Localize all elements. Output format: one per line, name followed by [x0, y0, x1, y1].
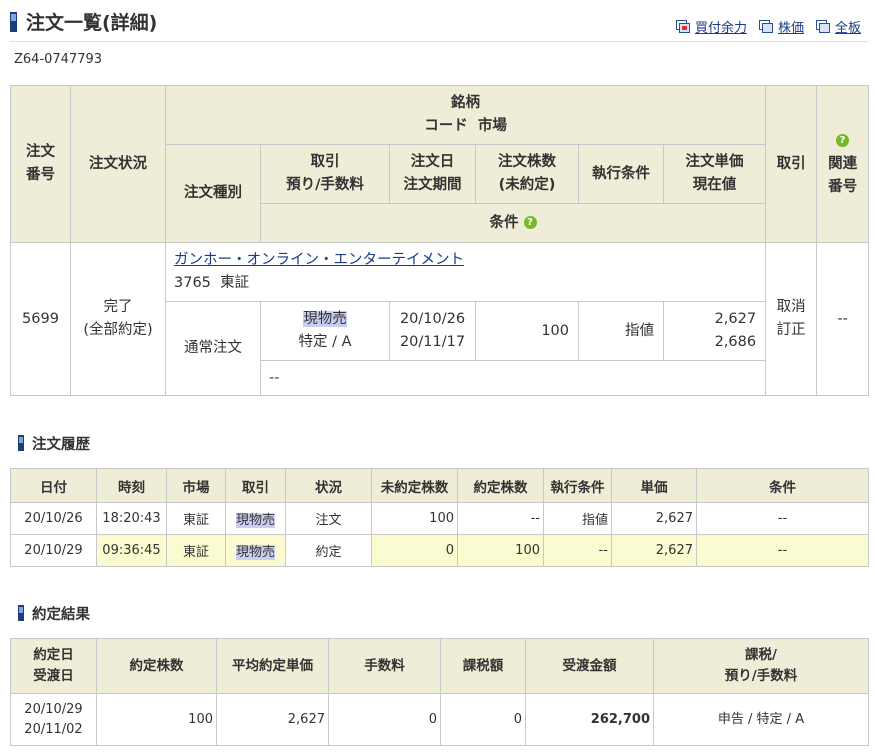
order-date-cell: 20/10/26 20/11/17: [389, 301, 476, 361]
condition-value: --: [259, 360, 767, 396]
trade-cell: 現物売 特定 / A: [260, 301, 390, 361]
order-date: 20/10/26: [399, 311, 466, 327]
col-status: 注文状況: [70, 85, 166, 243]
current-price: 2,686: [714, 334, 757, 350]
full-board-icon: [815, 20, 831, 33]
order-detail-table: 注文 番号 注文状況 銘柄 コード 市場 取引 ? 関連 番号 注文種別 取引 預り/手…: [10, 85, 870, 396]
history-header-row: 日付 時刻 市場 取引 状況 未約定株数 約定株数 執行条件 単価 条件: [10, 468, 869, 503]
avg-price: 2,627: [216, 693, 329, 746]
order-no: 5699: [10, 242, 71, 396]
title-marker-icon: [10, 12, 17, 32]
execution-results-table: 約定日 受渡日 約定株数 平均約定単価 手数料 課税額 受渡金額 課税/預り/手数…: [10, 638, 869, 746]
header-links: 買付余力 株価 全板: [675, 17, 861, 36]
issue-cell: ガンホー・オンライン・エンターテイメント 3765 東証: [164, 242, 767, 302]
results-col: 課税額: [440, 638, 526, 694]
account-fee: 特定 / A: [298, 334, 352, 350]
buying-power-label: 買付余力: [694, 21, 747, 36]
condition-help-icon[interactable]: ?: [523, 216, 537, 229]
history-col: 時刻: [96, 468, 167, 503]
exec-condition: 指値: [578, 301, 664, 361]
order-qty: 100: [475, 301, 579, 361]
account-id: Z64-0747793: [14, 52, 103, 67]
order-price: 2,627: [714, 311, 757, 327]
results-col: 課税/預り/手数料: [653, 638, 869, 694]
price-cell: 2,627 2,686: [662, 301, 767, 361]
table-row: 20/10/26 18:20:43 東証 現物売 注文 100 -- 指値 2,…: [10, 502, 869, 535]
history-col: 執行条件: [543, 468, 612, 503]
stock-price-link[interactable]: 株価: [758, 17, 804, 36]
section-marker-icon: [18, 605, 24, 621]
page-title: 注文一覧(詳細): [26, 12, 158, 34]
history-col: 日付: [10, 468, 97, 503]
title-bar: 注文一覧(詳細) 買付余力 株価 全板: [10, 8, 868, 42]
col-order-type: 注文種別: [165, 144, 261, 243]
col-price: 注文単価 現在値: [662, 144, 767, 204]
issue-name-link[interactable]: ガンホー・オンライン・エンターテイメント: [174, 252, 464, 268]
stock-price-icon: [758, 20, 774, 33]
col-order-no: 注文 番号: [10, 85, 71, 243]
title-divider: [10, 41, 868, 42]
col-related: ? 関連 番号: [816, 85, 870, 243]
exec-qty: 100: [96, 693, 217, 746]
help-icon[interactable]: ?: [836, 134, 850, 147]
issue-code-market: 3765 東証: [174, 275, 250, 291]
col-qty: 注文株数 (未約定): [475, 144, 579, 204]
col-issue: 銘柄 コード 市場: [164, 85, 767, 145]
history-col: 条件: [696, 468, 869, 503]
buying-power-link[interactable]: 買付余力: [675, 17, 747, 36]
results-col: 約定株数: [96, 638, 217, 694]
related-no: --: [816, 242, 870, 396]
results-col: 受渡金額: [525, 638, 654, 694]
action-cell: 取消 訂正: [765, 242, 818, 396]
full-board-link[interactable]: 全板: [815, 17, 861, 36]
results-col: 平均約定単価: [216, 638, 329, 694]
col-trade: 取引 預り/手数料: [260, 144, 390, 204]
history-col: 市場: [166, 468, 226, 503]
history-col: 単価: [611, 468, 697, 503]
tax: 0: [440, 693, 526, 746]
order-type: 通常注文: [165, 301, 261, 396]
table-row: 20/10/29 09:36:45 東証 現物売 約定 0 100 -- 2,6…: [10, 534, 869, 567]
history-col: 取引: [225, 468, 286, 503]
col-exec: 執行条件: [578, 144, 664, 204]
settlement-amount: 262,700: [525, 693, 654, 746]
cancel-link[interactable]: 取消: [766, 296, 816, 319]
order-status: 完了 (全部約定): [70, 242, 166, 396]
results-col: 約定日 受渡日: [10, 638, 97, 694]
history-col: 未約定株数: [371, 468, 458, 503]
results-header-row: 約定日 受渡日 約定株数 平均約定単価 手数料 課税額 受渡金額 課税/預り/手数…: [10, 638, 869, 694]
order-history-table: 日付 時刻 市場 取引 状況 未約定株数 約定株数 執行条件 単価 条件 20/…: [10, 468, 869, 567]
section-marker-icon: [18, 435, 24, 451]
history-col: 状況: [285, 468, 372, 503]
trade-type: 現物売: [303, 311, 347, 327]
results-col: 手数料: [328, 638, 441, 694]
buying-power-icon: [675, 20, 691, 33]
col-action: 取引: [765, 85, 818, 243]
full-board-label: 全板: [834, 21, 861, 36]
stock-price-label: 株価: [777, 21, 804, 36]
exec-dates: 20/10/29 20/11/02: [10, 693, 97, 746]
fee: 0: [328, 693, 441, 746]
history-col: 約定株数: [457, 468, 544, 503]
order-period: 20/11/17: [399, 334, 466, 350]
tax-type: 申告 / 特定 / A: [653, 693, 869, 746]
table-row: 20/10/29 20/11/02 100 2,627 0 0 262,700 申…: [10, 693, 869, 746]
modify-link[interactable]: 訂正: [766, 319, 816, 342]
col-condition: 条件 ?: [259, 203, 767, 243]
col-order-date: 注文日 注文期間: [389, 144, 476, 204]
